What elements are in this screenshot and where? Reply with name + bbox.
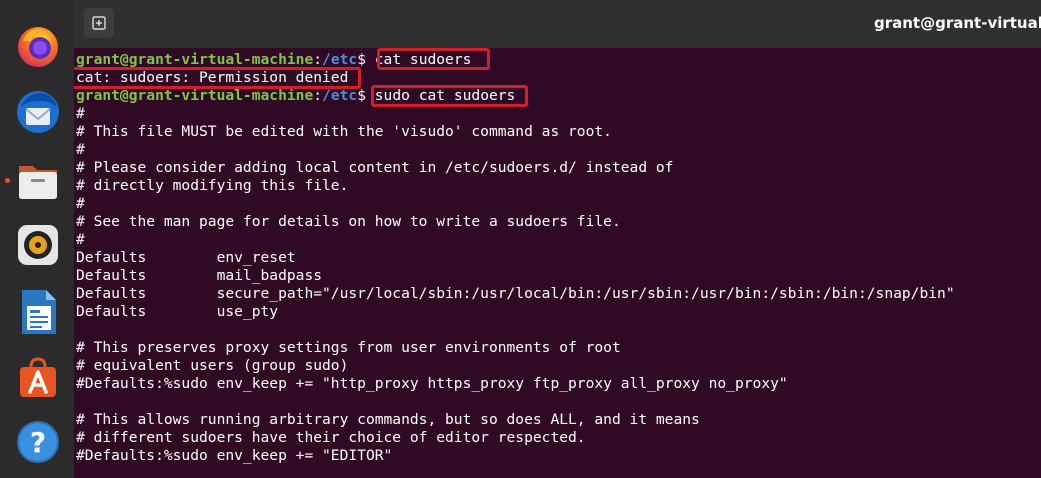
rhythmbox-icon (18, 225, 58, 265)
help-icon: ? (17, 421, 59, 463)
output-line: # (76, 105, 85, 122)
prompt-path: /etc (322, 51, 358, 68)
dock-item-help[interactable]: ? (14, 418, 62, 466)
new-tab-button[interactable] (84, 8, 114, 38)
window-title: grant@grant-virtual-ma (874, 14, 1041, 32)
running-indicator (5, 178, 10, 183)
writer-icon (22, 290, 56, 334)
output-line: # This file MUST be edited with the 'vis… (76, 123, 612, 140)
terminal-headerbar: grant@grant-virtual-ma (74, 0, 1041, 48)
dock-item-thunderbird[interactable] (14, 88, 62, 136)
output-line: # This preserves proxy settings from use… (76, 339, 621, 356)
highlight-box-cat-command (377, 48, 490, 70)
prompt-path: /etc (322, 87, 358, 104)
dock-item-writer[interactable] (14, 288, 62, 336)
dock: ? (0, 0, 74, 478)
output-line: # See the man page for details on how to… (76, 213, 621, 230)
output-line: Defaults mail_badpass (76, 267, 323, 284)
dock-item-files[interactable] (14, 157, 62, 205)
svg-text:?: ? (30, 426, 46, 459)
prompt-user: grant@grant-virtual-machine (76, 87, 314, 104)
output-line: Defaults use_pty (76, 303, 279, 320)
output-line: Defaults secure_path="/usr/local/sbin:/u… (76, 285, 955, 302)
output-line: #Defaults:%sudo env_keep += "http_proxy … (76, 375, 788, 392)
files-icon (19, 166, 57, 199)
output-line: # Please consider adding local content i… (76, 159, 674, 176)
dock-item-firefox[interactable] (14, 22, 62, 70)
output-line: #Defaults:%sudo env_keep += "EDITOR" (76, 447, 393, 464)
output-line: # different sudoers have their choice of… (76, 429, 586, 446)
prompt-colon: : (313, 87, 323, 104)
firefox-icon (18, 27, 58, 67)
new-tab-icon (92, 16, 106, 30)
output-line: # directly modifying this file. (76, 177, 349, 194)
output-line: Defaults env_reset (76, 249, 296, 266)
dock-item-software[interactable] (14, 354, 62, 402)
dock-item-rhythmbox[interactable] (14, 221, 62, 269)
output-line: # equivalent users (group sudo) (76, 357, 349, 374)
output-line: # (76, 231, 85, 248)
output-line: # (76, 195, 85, 212)
software-icon (20, 357, 56, 397)
prompt-user: grant@grant-virtual-machine (76, 51, 314, 68)
prompt-colon: : (313, 51, 323, 68)
output-line: # (76, 141, 85, 158)
prompt-dollar: $ (357, 51, 375, 68)
highlight-box-permission-error (74, 67, 361, 89)
terminal-body[interactable]: grant@grant-virtual-machine:/etc$ cat su… (74, 48, 1041, 478)
thunderbird-icon (17, 91, 59, 133)
highlight-box-sudo-command (371, 85, 528, 107)
output-line: # This allows running arbitrary commands… (76, 411, 700, 428)
